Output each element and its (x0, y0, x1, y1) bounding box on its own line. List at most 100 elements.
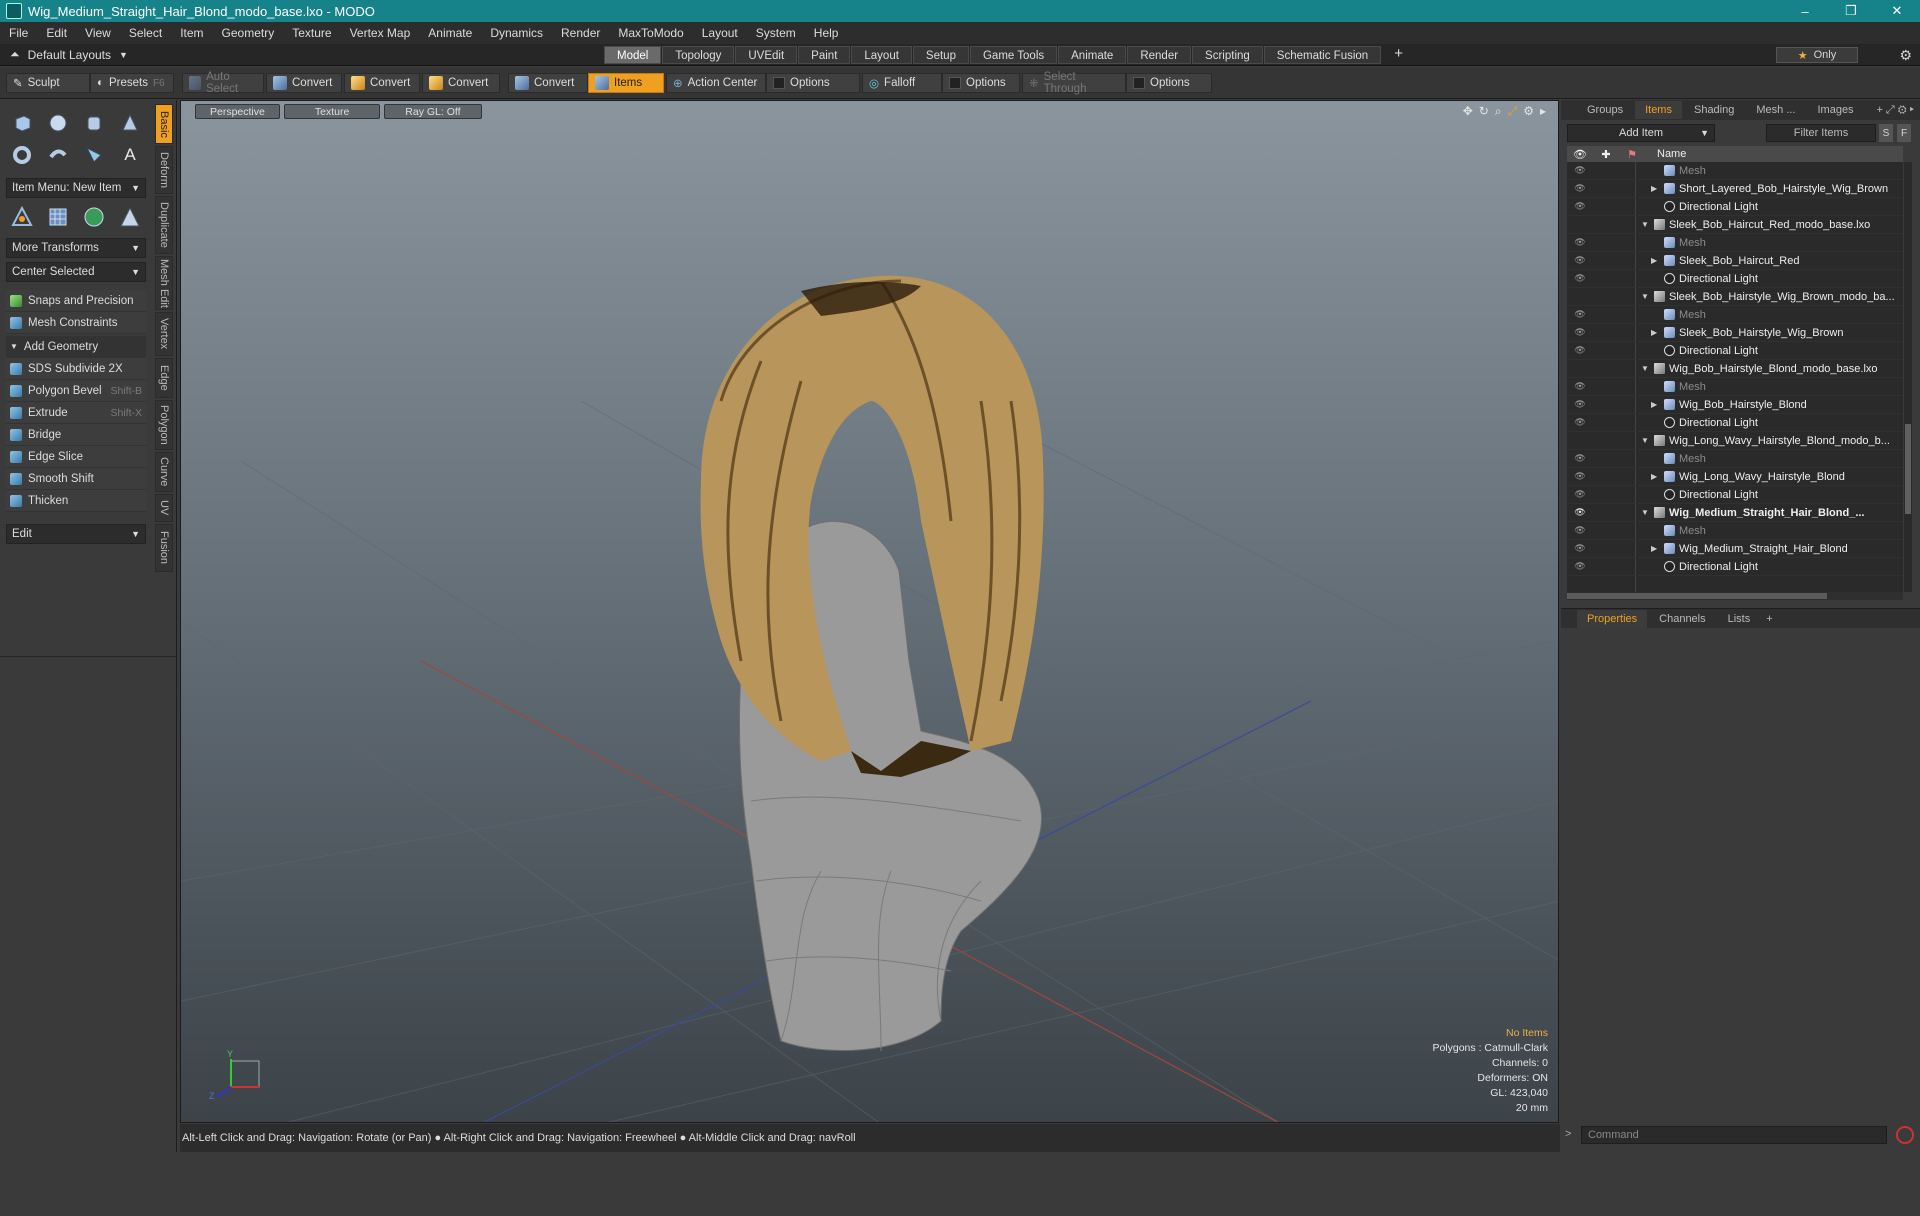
visibility-eye-icon[interactable]: 👁 (1567, 309, 1593, 320)
snaps-precision-button[interactable]: Snaps and Precision (6, 290, 146, 312)
layout-selector[interactable]: ⏶ Default Layouts ▼ (10, 47, 128, 62)
command-input[interactable]: Command (1581, 1126, 1887, 1144)
smooth-shift-button[interactable]: Smooth Shift (6, 468, 146, 490)
mesh-item-row[interactable]: 👁 Mesh (1567, 450, 1903, 468)
expand-triangle-icon[interactable]: ▶ (1651, 472, 1660, 481)
zoom-icon[interactable]: ⌕ (1495, 104, 1502, 119)
tab-render[interactable]: Render (1127, 46, 1192, 64)
expand-triangle-icon[interactable]: ▶ (1651, 256, 1660, 265)
locator-icon[interactable] (6, 202, 38, 232)
expand-triangle-icon[interactable]: ▼ (1641, 292, 1650, 301)
torus-primitive-icon[interactable] (6, 140, 38, 170)
menu-view[interactable]: View (76, 26, 120, 40)
vtab-mesh-edit[interactable]: Mesh Edit (155, 256, 173, 310)
visibility-eye-icon[interactable]: 👁 (1567, 489, 1593, 500)
mesh-item-row[interactable]: 👁 Mesh (1567, 162, 1903, 180)
tab-topology[interactable]: Topology (662, 46, 735, 64)
select-through-options-button[interactable]: Options (1126, 73, 1212, 93)
auto-select-button[interactable]: Auto Select (182, 71, 264, 95)
mesh-item-row[interactable]: 👁 Mesh (1567, 378, 1903, 396)
scene-group-row[interactable]: 👁 ▼ Wig_Medium_Straight_Hair_Blond_... (1567, 504, 1903, 522)
raygl-toggle[interactable]: Ray GL: Off (384, 103, 482, 119)
scene-group-row[interactable]: ▼ Wig_Long_Wavy_Hairstyle_Blond_modo_b... (1567, 432, 1903, 450)
panel-controls-icon[interactable]: + ⤢ ⚙ ▸ (1876, 101, 1914, 119)
vtab-basic[interactable]: Basic (155, 104, 173, 144)
tab-items[interactable]: Items (1635, 101, 1682, 119)
render-column-icon[interactable]: ⚑ (1619, 148, 1645, 161)
expand-triangle-icon[interactable]: ▼ (1641, 220, 1650, 229)
tab-model[interactable]: Model (604, 46, 662, 64)
falloff-button[interactable]: ◎ Falloff (862, 73, 942, 93)
tab-images[interactable]: Images (1807, 101, 1863, 119)
tab-scripting[interactable]: Scripting (1192, 46, 1263, 64)
edge-slice-button[interactable]: Edge Slice (6, 446, 146, 468)
view-type-button[interactable]: Perspective (195, 103, 280, 119)
tab-uvedit[interactable]: UVEdit (735, 46, 798, 64)
visibility-eye-icon[interactable]: 👁 (1567, 345, 1593, 356)
convert-vertices-button[interactable]: Convert (266, 73, 342, 93)
vtab-edge[interactable]: Edge (155, 358, 173, 398)
menu-select[interactable]: Select (120, 26, 171, 40)
expand-triangle-icon[interactable]: ▶ (1651, 328, 1660, 337)
menu-item[interactable]: Item (171, 26, 212, 40)
item-list-horizontal-scrollbar[interactable] (1567, 592, 1903, 600)
menu-render[interactable]: Render (552, 26, 609, 40)
falloff-options-button[interactable]: Options (942, 73, 1020, 93)
cube-primitive-icon[interactable] (6, 108, 38, 138)
convert-polygons-button[interactable]: Convert (422, 73, 500, 93)
items-mode-button[interactable]: Items (588, 73, 664, 93)
sds-subdivide-button[interactable]: SDS Subdivide 2X (6, 358, 146, 380)
filter-f-button[interactable]: F (1897, 124, 1911, 142)
vtab-vertex[interactable]: Vertex (155, 312, 173, 356)
filter-s-button[interactable]: S (1879, 124, 1893, 142)
item-list[interactable]: 👁 Mesh 👁 ▶ Short_Layered_Bob_Hairstyle_Wig_B… (1567, 162, 1903, 592)
vtab-deform[interactable]: Deform (155, 146, 173, 194)
options-checkbox-2[interactable] (949, 77, 961, 89)
grid-plane-icon[interactable] (42, 202, 74, 232)
only-toggle[interactable]: ★ Only (1776, 47, 1858, 63)
tab-game-tools[interactable]: Game Tools (969, 46, 1058, 64)
center-selected-dropdown[interactable]: Center Selected ▼ (6, 262, 146, 282)
scrollbar-thumb[interactable] (1567, 593, 1827, 599)
expand-triangle-icon[interactable]: ▶ (1651, 544, 1660, 553)
pen-tool-icon[interactable] (78, 140, 110, 170)
expand-triangle-icon[interactable]: ▼ (1641, 364, 1650, 373)
menu-texture[interactable]: Texture (283, 26, 340, 40)
gear-icon[interactable]: ⚙ (1899, 47, 1912, 64)
visibility-eye-icon[interactable]: 👁 (1567, 381, 1593, 392)
vtab-fusion[interactable]: Fusion (155, 524, 173, 572)
visibility-eye-icon[interactable]: 👁 (1567, 471, 1593, 482)
cylinder-primitive-icon[interactable] (78, 108, 110, 138)
menu-animate[interactable]: Animate (419, 26, 481, 40)
globe-icon[interactable] (78, 202, 110, 232)
mesh-item-row[interactable]: 👁 ▶ Wig_Bob_Hairstyle_Blond (1567, 396, 1903, 414)
rotate-view-icon[interactable]: ↻ (1479, 104, 1489, 119)
visibility-eye-icon[interactable]: 👁 (1567, 543, 1593, 554)
visibility-eye-icon[interactable]: 👁 (1567, 399, 1593, 410)
tab-mesh[interactable]: Mesh ... (1746, 101, 1805, 119)
scene-group-row[interactable]: ▼ Wig_Bob_Hairstyle_Blond_modo_base.lxo (1567, 360, 1903, 378)
text-tool-icon[interactable]: A (114, 140, 146, 170)
visibility-eye-icon[interactable]: 👁 (1567, 255, 1593, 266)
visibility-eye-icon[interactable]: 👁 (1567, 561, 1593, 572)
options-checkbox-1[interactable] (773, 77, 785, 89)
mesh-item-row[interactable]: 👁 Mesh (1567, 306, 1903, 324)
expand-triangle-icon[interactable]: ▼ (1641, 508, 1650, 517)
visibility-eye-icon[interactable]: 👁 (1567, 417, 1593, 428)
name-column-header[interactable]: Name (1657, 148, 1686, 160)
minimize-button[interactable]: – (1782, 0, 1828, 22)
more-transforms-dropdown[interactable]: More Transforms ▼ (6, 238, 146, 258)
command-history-icon[interactable] (1896, 1126, 1914, 1144)
add-tab-icon[interactable]: + (1762, 610, 1776, 628)
3d-viewport[interactable]: Y Z Perspective Texture Ray GL: Off ✥ ↻ … (180, 100, 1559, 1123)
menu-help[interactable]: Help (805, 26, 848, 40)
menu-dynamics[interactable]: Dynamics (481, 26, 552, 40)
tab-layout[interactable]: Layout (851, 46, 912, 64)
tab-setup[interactable]: Setup (912, 46, 969, 64)
menu-system[interactable]: System (747, 26, 805, 40)
viewport-menu-arrow-icon[interactable]: ▸ (1540, 104, 1546, 119)
tab-paint[interactable]: Paint (798, 46, 851, 64)
light-item-row[interactable]: 👁 Directional Light (1567, 486, 1903, 504)
scrollbar-thumb[interactable] (1905, 424, 1911, 514)
tab-channels[interactable]: Channels (1649, 610, 1715, 628)
